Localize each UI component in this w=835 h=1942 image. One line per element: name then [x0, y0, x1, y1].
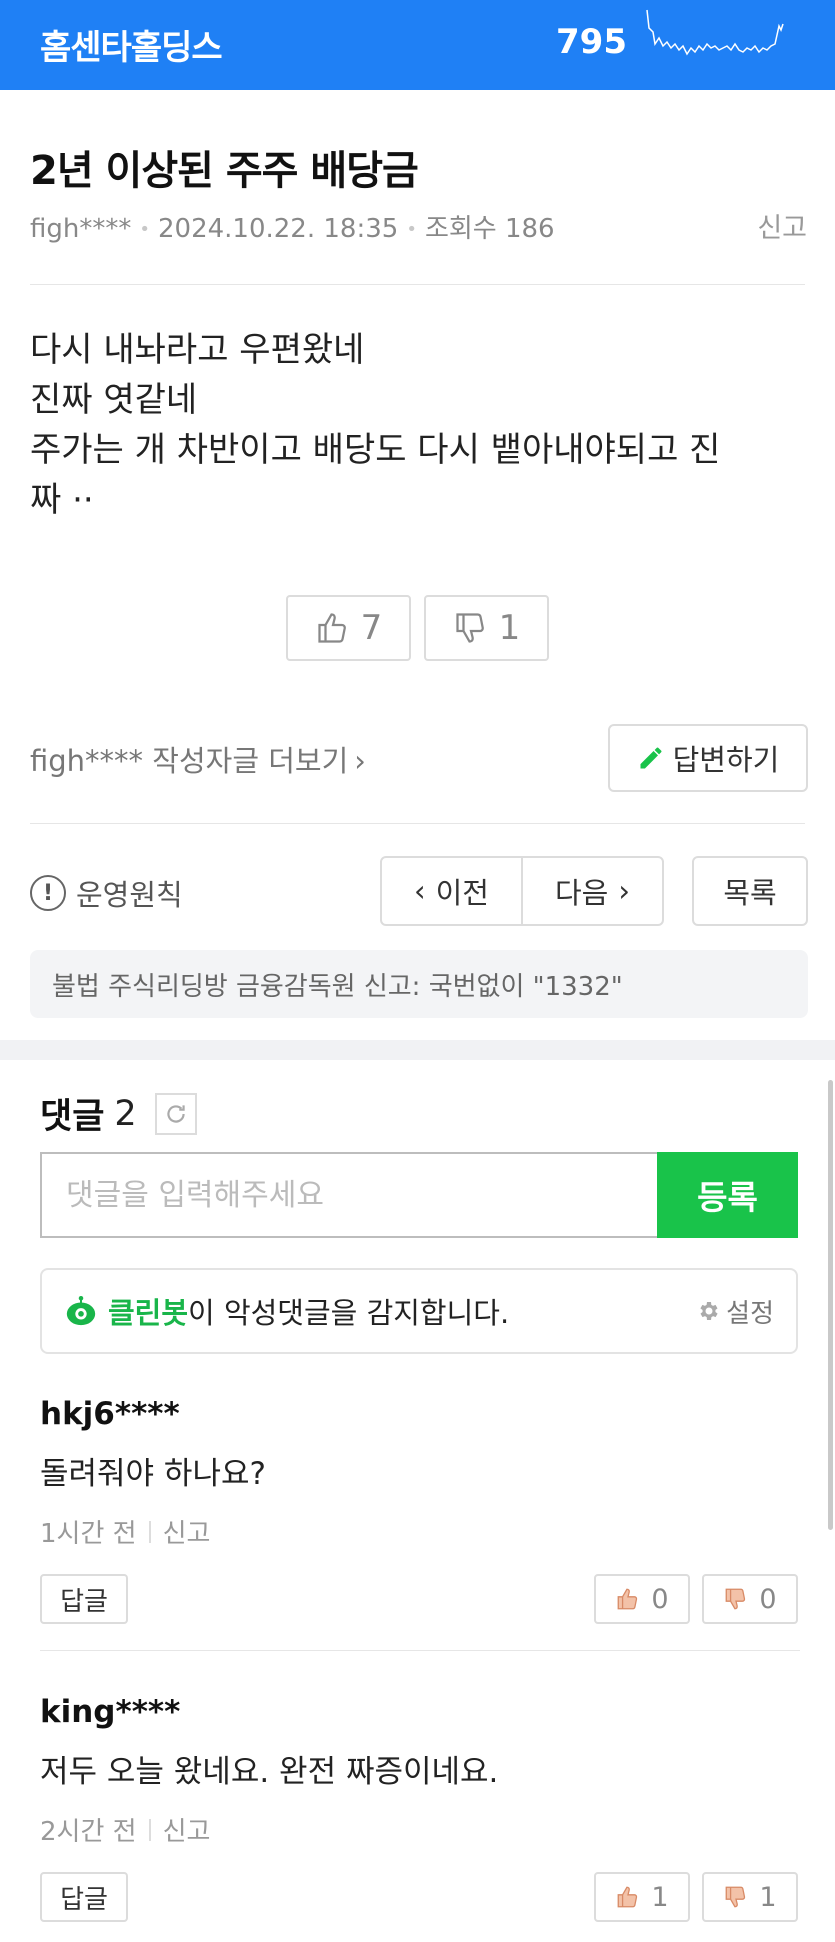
author-more-label: figh**** 작성자글 더보기: [30, 744, 349, 778]
pencil-icon: [640, 747, 662, 769]
like-button[interactable]: 7: [286, 595, 411, 661]
comment-like-button[interactable]: 1: [594, 1872, 690, 1922]
post-body-line: 진짜 엿같네: [30, 380, 198, 420]
refresh-icon: [167, 1104, 185, 1123]
divider: [148, 1520, 151, 1543]
report-link[interactable]: 신고: [757, 206, 807, 245]
price-sparkline-icon[interactable]: [645, 6, 795, 70]
post-views: 조회수 186: [424, 214, 555, 244]
comment-info: 1시간 전 신고: [40, 1513, 800, 1550]
dislike-count: 1: [498, 608, 521, 648]
chevron-right-icon: ›: [618, 874, 630, 908]
comment-dislike-count: 0: [759, 1583, 777, 1615]
exclamation-circle-icon: !: [30, 875, 66, 911]
comment-like-count: 1: [651, 1881, 669, 1913]
comment-user[interactable]: king****: [40, 1694, 800, 1730]
notice-text: 불법 주식리딩방 금융감독원 신고: 국번없이 "1332": [52, 971, 623, 1002]
comment-report-link[interactable]: 신고: [163, 1811, 211, 1848]
thumbs-up-icon: [618, 1886, 638, 1908]
thumbs-up-icon: [618, 1588, 638, 1610]
thumbs-down-icon: [456, 613, 484, 643]
post-date: 2024.10.22. 18:35: [157, 214, 399, 244]
next-label: 다음: [555, 876, 609, 910]
prev-button[interactable]: ‹ 이전: [382, 858, 521, 924]
comment-like-button[interactable]: 0: [594, 1574, 690, 1624]
thumbs-up-icon: [318, 613, 346, 643]
post-meta: figh**** • 2024.10.22. 18:35 • 조회수 186: [30, 208, 555, 245]
next-button[interactable]: 다음 ›: [523, 858, 662, 924]
chevron-left-icon: ‹: [414, 874, 426, 908]
comment-user[interactable]: hkj6****: [40, 1396, 800, 1432]
post-title: 2년 이상된 주주 배당금: [30, 148, 419, 194]
thumbs-down-icon: [726, 1886, 746, 1908]
comment-dislike-count: 1: [759, 1881, 777, 1913]
prev-label: 이전: [435, 876, 489, 910]
comments-count: 2: [114, 1093, 137, 1134]
meta-separator: •: [139, 219, 150, 240]
cleanbot-settings-button[interactable]: 설정: [696, 1293, 774, 1330]
comment-time: 2시간 전: [40, 1817, 137, 1847]
comment-dislike-button[interactable]: 1: [702, 1872, 798, 1922]
operating-rules-label: 운영원칙: [76, 878, 183, 912]
meta-separator: •: [406, 219, 417, 240]
comment-report-link[interactable]: 신고: [163, 1513, 211, 1550]
operating-rules-link[interactable]: ! 운영원칙: [30, 872, 183, 914]
comment-actions: 답글 1 1: [40, 1872, 800, 1922]
stock-header: 홈센타홀딩스 795: [0, 0, 835, 90]
author-more-link[interactable]: figh**** 작성자글 더보기 ›: [30, 738, 366, 780]
comment-text: 저두 오늘 왔네요. 완전 짜증이네요.: [40, 1754, 499, 1790]
stock-price: 795: [556, 22, 627, 62]
scrollbar[interactable]: [828, 1080, 833, 1530]
section-separator: [0, 1040, 835, 1060]
comment-reply-button[interactable]: 답글: [40, 1872, 128, 1922]
cleanbot-banner: 클린봇 이 악성댓글을 감지합니다. 설정: [40, 1268, 798, 1354]
refresh-button[interactable]: [154, 1092, 197, 1135]
comment-reply-button[interactable]: 답글: [40, 1574, 128, 1624]
chevron-right-icon: ›: [354, 744, 366, 778]
cleanbot-icon: [66, 1295, 96, 1326]
comment-item: hkj6**** 돌려줘야 하나요? 1시간 전 신고 답글 0 0: [40, 1396, 800, 1624]
comment-actions: 답글 0 0: [40, 1574, 800, 1624]
notice-banner[interactable]: 불법 주식리딩방 금융감독원 신고: 국번없이 "1332": [30, 950, 808, 1018]
dislike-button[interactable]: 1: [424, 595, 549, 661]
submit-comment-button[interactable]: 등록: [657, 1152, 798, 1238]
comment-input[interactable]: [40, 1152, 657, 1238]
write-reply-label: 답변하기: [672, 743, 780, 777]
comments-label: 댓글: [40, 1097, 105, 1137]
comment-time: 1시간 전: [40, 1519, 137, 1549]
like-count: 7: [360, 608, 383, 648]
comment-info: 2시간 전 신고: [40, 1811, 800, 1848]
thumbs-down-icon: [726, 1588, 746, 1610]
post-author[interactable]: figh****: [30, 214, 131, 244]
divider: [40, 1650, 800, 1651]
comment-item: king**** 저두 오늘 왔네요. 완전 짜증이네요. 2시간 전 신고 답…: [40, 1694, 800, 1922]
write-reply-button[interactable]: 답변하기: [608, 724, 808, 792]
cleanbot-brand: 클린봇: [108, 1296, 189, 1330]
divider: [30, 823, 805, 824]
prev-next-group: ‹ 이전 다음 ›: [380, 856, 664, 926]
post-body: 다시 내놔라고 우편왔네 진짜 엿같네 주가는 개 차반이고 배당도 다시 뱉아…: [30, 325, 815, 525]
comment-text: 돌려줘야 하나요?: [40, 1456, 266, 1492]
divider: [148, 1818, 151, 1841]
post-body-line: 주가는 개 차반이고 배당도 다시 뱉아내야되고 진: [30, 430, 721, 470]
settings-label: 설정: [726, 1298, 774, 1329]
comment-dislike-button[interactable]: 0: [702, 1574, 798, 1624]
divider: [30, 284, 805, 285]
gear-icon: [700, 1302, 718, 1320]
cleanbot-message: 이 악성댓글을 감지합니다.: [188, 1296, 510, 1330]
post-body-line: 짜 ··: [30, 480, 94, 520]
comments-header: 댓글 2: [40, 1088, 197, 1139]
stock-name[interactable]: 홈센타홀딩스: [40, 20, 223, 69]
comment-like-count: 0: [651, 1583, 669, 1615]
list-button[interactable]: 목록: [692, 856, 808, 926]
post-body-line: 다시 내놔라고 우편왔네: [30, 330, 365, 370]
